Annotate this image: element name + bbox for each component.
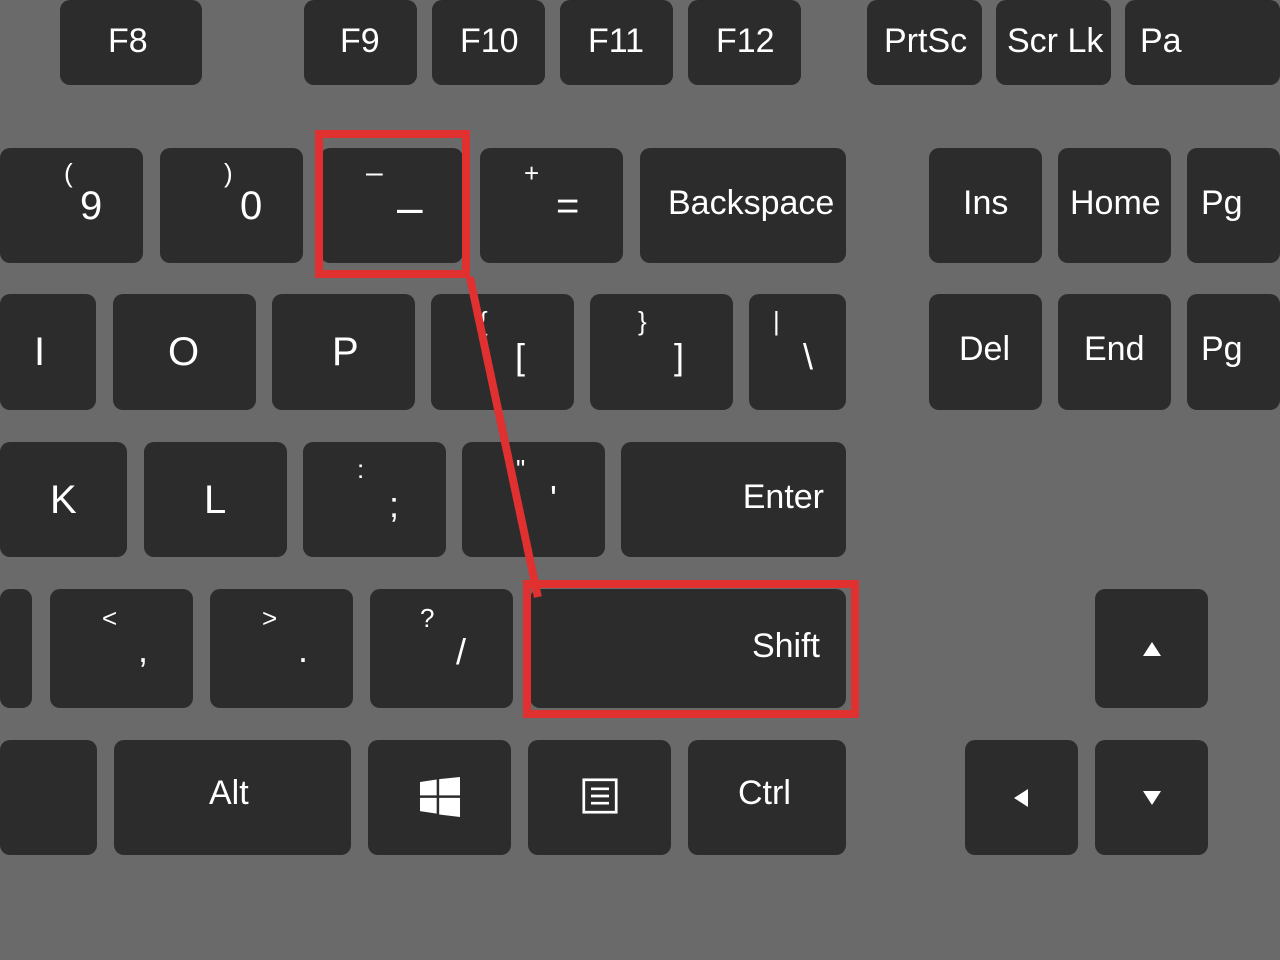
key-left-bracket[interactable]: { [ [431, 294, 574, 410]
key-label-upper: > [262, 603, 277, 634]
key-label: Alt [209, 774, 249, 813]
key-ctrl[interactable]: Ctrl [688, 740, 846, 855]
key-equals[interactable]: + = [480, 148, 623, 263]
key-label: F11 [588, 22, 644, 61]
key-ins[interactable]: Ins [929, 148, 1042, 263]
key-label-upper: } [638, 306, 647, 337]
key-label: Pg [1201, 330, 1243, 369]
key-f8[interactable]: F8 [60, 0, 202, 85]
key-label: Del [959, 330, 1010, 369]
key-label: Scr Lk [1007, 22, 1103, 61]
key-label-upper: ? [420, 603, 434, 634]
key-label: I [34, 330, 45, 375]
key-label-upper: | [773, 306, 780, 337]
key-label: O [168, 330, 199, 375]
key-menu[interactable] [528, 740, 671, 855]
key-arrow-up[interactable] [1095, 589, 1208, 708]
key-arrow-left[interactable] [965, 740, 1078, 855]
key-label: F8 [108, 22, 148, 61]
key-m[interactable] [0, 589, 32, 708]
arrow-down-icon [1140, 786, 1164, 810]
key-backslash[interactable]: | \ [749, 294, 846, 410]
key-label-lower: ; [389, 484, 399, 526]
key-pgdn[interactable]: Pg [1187, 294, 1280, 410]
key-minus[interactable]: – – [320, 148, 463, 263]
arrow-up-icon [1140, 637, 1164, 661]
key-label-lower: 0 [240, 184, 262, 229]
key-slash[interactable]: ? / [370, 589, 513, 708]
key-arrow-down[interactable] [1095, 740, 1208, 855]
key-space-edge[interactable] [0, 740, 97, 855]
key-l[interactable]: L [144, 442, 287, 557]
key-windows[interactable] [368, 740, 511, 855]
key-quote[interactable]: " ' [462, 442, 605, 557]
key-label-lower: 9 [80, 184, 102, 229]
key-label-lower: ' [550, 478, 557, 520]
key-backspace[interactable]: Backspace [640, 148, 846, 263]
key-label: F9 [340, 22, 380, 61]
key-label: PrtSc [884, 22, 967, 61]
key-alt[interactable]: Alt [114, 740, 351, 855]
key-label: Enter [743, 478, 824, 517]
key-label-lower: . [298, 629, 308, 671]
key-k[interactable]: K [0, 442, 127, 557]
key-label-upper: < [102, 603, 117, 634]
key-label: Ctrl [738, 774, 791, 813]
key-pause[interactable]: Pa [1125, 0, 1280, 85]
key-period[interactable]: > . [210, 589, 353, 708]
key-label-lower: – [397, 180, 423, 234]
key-comma[interactable]: < , [50, 589, 193, 708]
key-semicolon[interactable]: : ; [303, 442, 446, 557]
key-label-lower: = [556, 184, 579, 229]
key-p[interactable]: P [272, 294, 415, 410]
key-label-upper: – [366, 156, 383, 190]
key-label-upper: : [357, 454, 364, 485]
key-del[interactable]: Del [929, 294, 1042, 410]
key-right-bracket[interactable]: } ] [590, 294, 733, 410]
key-pgup[interactable]: Pg [1187, 148, 1280, 263]
key-label: L [204, 478, 226, 523]
key-label-upper: ) [224, 158, 233, 189]
key-home[interactable]: Home [1058, 148, 1171, 263]
key-label-lower: / [456, 631, 466, 673]
menu-icon [582, 778, 618, 814]
key-enter[interactable]: Enter [621, 442, 846, 557]
key-label: Pg [1201, 184, 1243, 223]
key-f10[interactable]: F10 [432, 0, 545, 85]
key-label: Backspace [668, 184, 834, 223]
key-prtsc[interactable]: PrtSc [867, 0, 982, 85]
windows-icon [420, 777, 460, 817]
key-label-upper: + [524, 158, 539, 189]
key-f11[interactable]: F11 [560, 0, 673, 85]
key-label: K [50, 478, 77, 523]
key-label-lower: , [138, 629, 148, 671]
key-label: Shift [752, 627, 820, 666]
key-label: Pa [1140, 22, 1182, 61]
key-end[interactable]: End [1058, 294, 1171, 410]
key-label-lower: \ [803, 336, 813, 378]
key-label: Home [1070, 184, 1161, 223]
key-f12[interactable]: F12 [688, 0, 801, 85]
key-0[interactable]: ) 0 [160, 148, 303, 263]
key-label: Ins [963, 184, 1008, 223]
key-i[interactable]: I [0, 294, 96, 410]
key-label: End [1084, 330, 1145, 369]
key-scrlk[interactable]: Scr Lk [996, 0, 1111, 85]
key-label: P [332, 330, 359, 375]
key-9[interactable]: ( 9 [0, 148, 143, 263]
key-f9[interactable]: F9 [304, 0, 417, 85]
arrow-left-icon [1009, 786, 1033, 810]
key-label-lower: [ [515, 336, 525, 378]
key-label: F10 [460, 22, 519, 61]
key-label-lower: ] [674, 336, 684, 378]
key-shift-right[interactable]: Shift [530, 589, 846, 708]
key-label: F12 [716, 22, 775, 61]
key-o[interactable]: O [113, 294, 256, 410]
key-label-upper: ( [64, 158, 73, 189]
